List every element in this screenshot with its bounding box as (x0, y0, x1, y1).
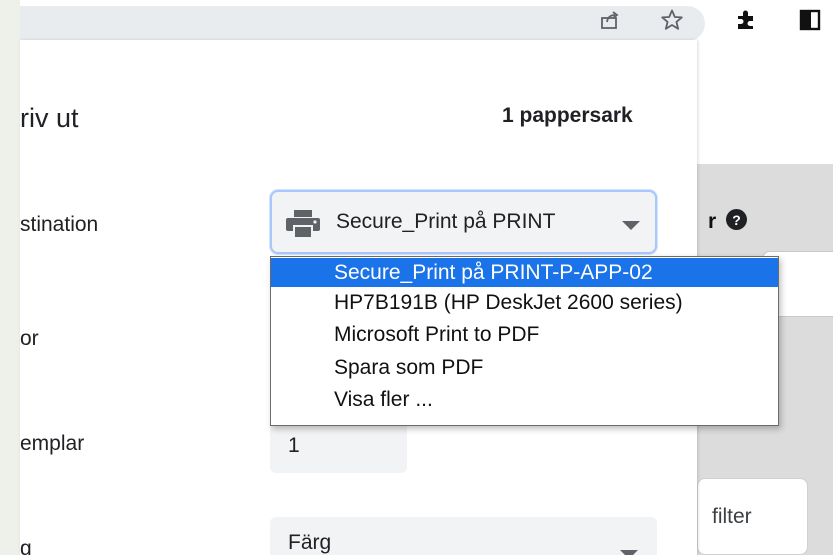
destination-label: stination (20, 213, 99, 236)
dropdown-option[interactable]: Spara som PDF (271, 353, 778, 382)
sheet-count: 1 pappersark (502, 104, 633, 127)
dropdown-option[interactable]: Secure_Print på PRINT-P-APP-02 (271, 258, 778, 287)
color-select[interactable]: Färg (270, 517, 657, 555)
side-panel-icon[interactable] (796, 6, 824, 34)
browser-toolbar (20, 0, 833, 41)
screen: r ? filter riv ut 1 pappersark stination… (0, 0, 833, 555)
extensions-icon[interactable] (732, 6, 760, 34)
bookmark-star-icon[interactable] (658, 6, 686, 34)
help-icon[interactable]: ? (726, 209, 747, 230)
printer-icon (286, 210, 320, 238)
destination-dropdown-list: Secure_Print på PRINT-P-APP-02 HP7B191B … (270, 256, 779, 426)
chevron-down-icon (622, 221, 640, 230)
preview-header-area (697, 40, 833, 164)
color-label: g (20, 537, 32, 555)
color-value: Färg (288, 531, 332, 554)
copies-value: 1 (288, 434, 300, 457)
dropdown-option[interactable]: Microsoft Print to PDF (271, 320, 778, 349)
share-icon[interactable] (596, 6, 624, 34)
destination-value: Secure_Print på PRINT (336, 210, 556, 233)
filter-text: filter (712, 505, 752, 528)
pages-label: or (20, 327, 39, 350)
copies-input[interactable]: 1 (270, 419, 407, 473)
chevron-down-icon (620, 550, 638, 555)
dialog-title: riv ut (20, 103, 79, 133)
copies-label: emplar (20, 432, 85, 455)
right-partial-label: r (708, 210, 717, 233)
dropdown-option[interactable]: HP7B191B (HP DeskJet 2600 series) (271, 288, 778, 317)
dropdown-option[interactable]: Visa fler ... (271, 385, 778, 414)
destination-select[interactable]: Secure_Print på PRINT (270, 190, 657, 254)
left-background-strip (0, 0, 20, 555)
